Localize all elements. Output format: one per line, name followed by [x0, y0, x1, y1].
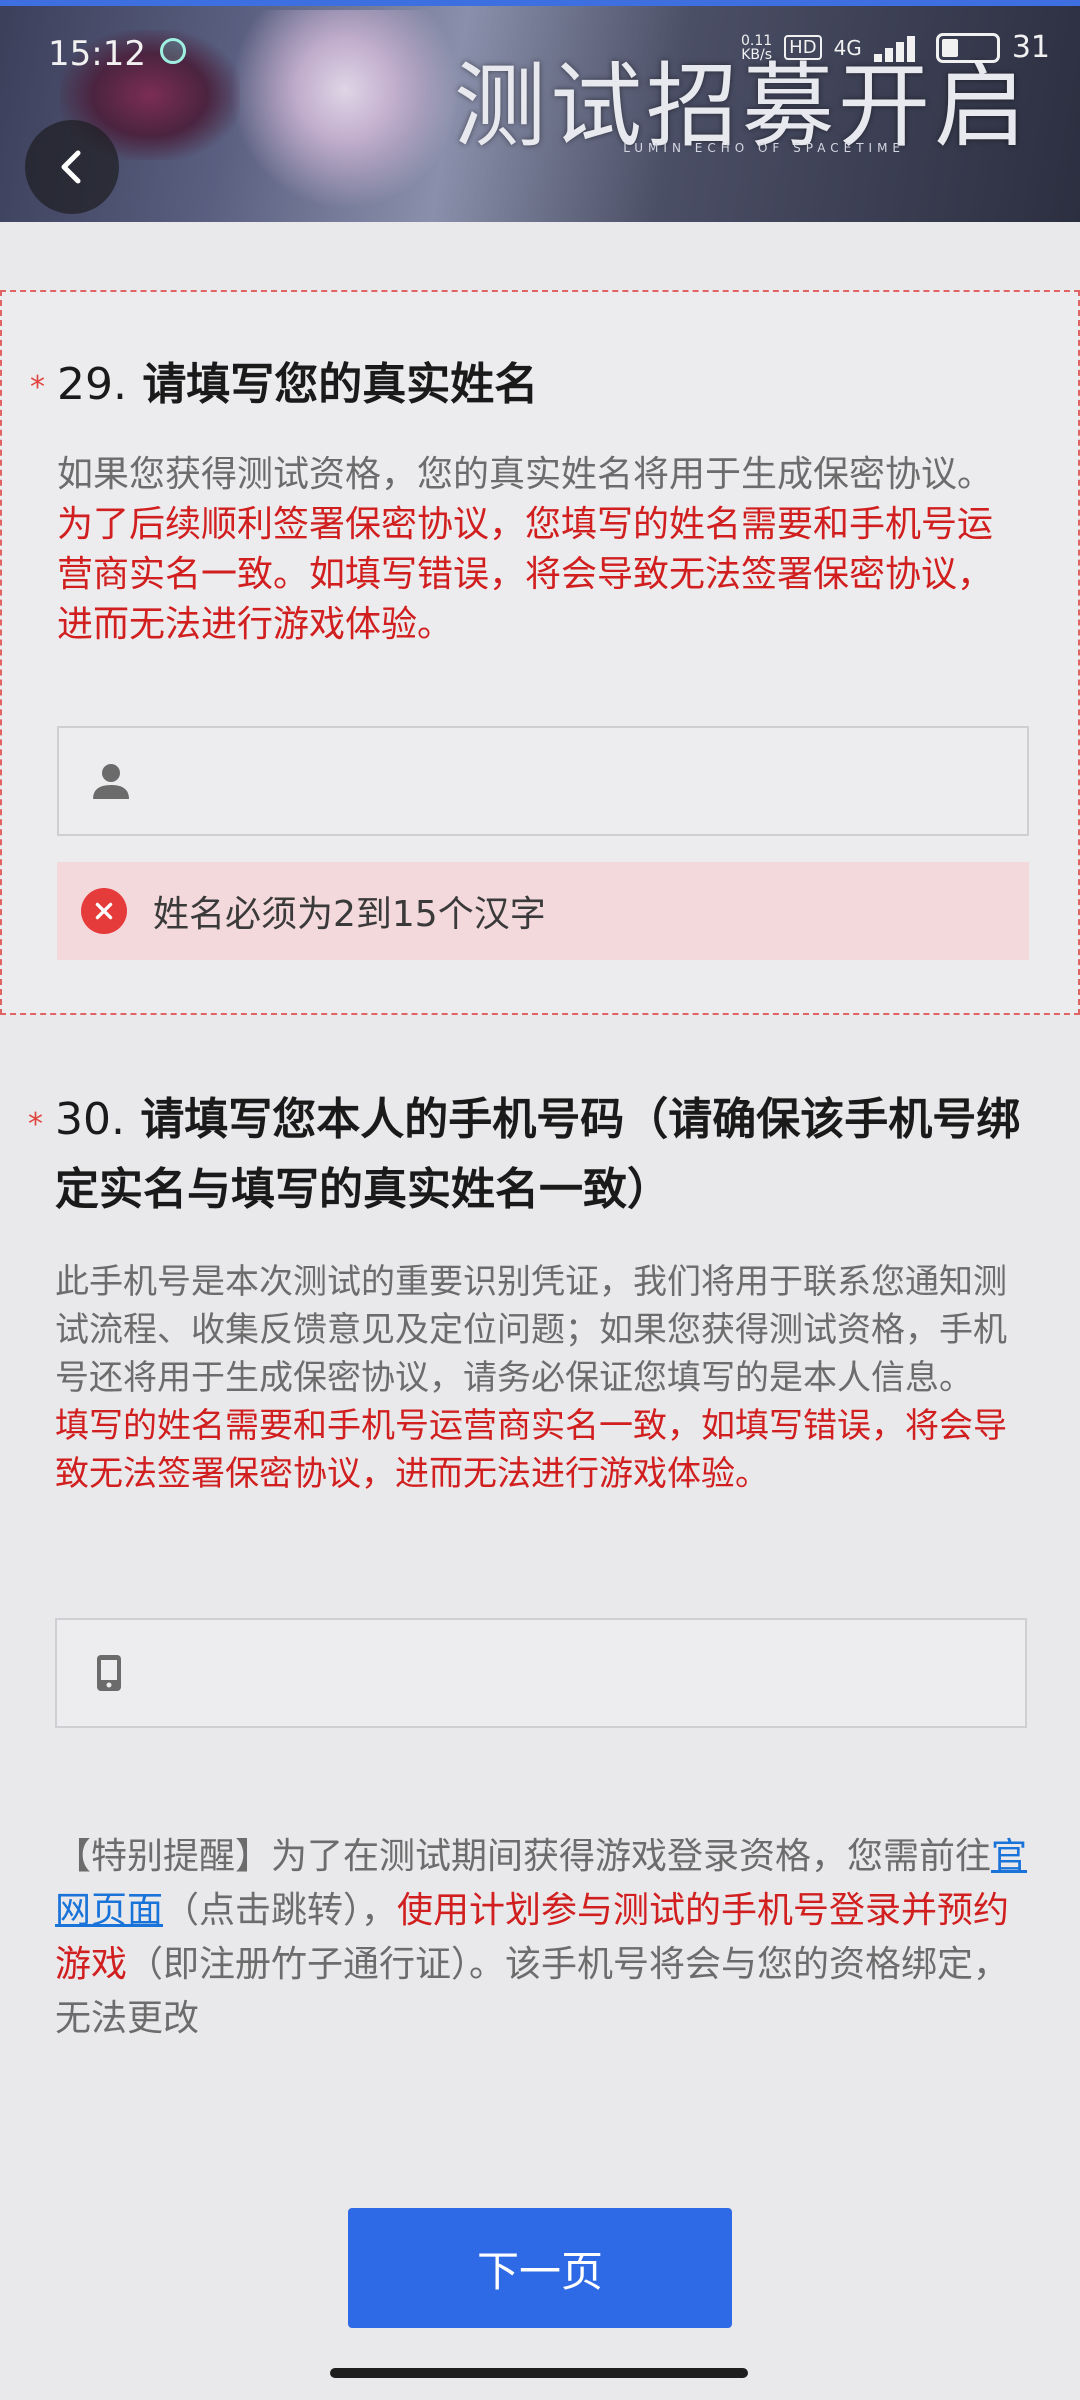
question-number: 30.: [55, 1094, 125, 1145]
error-text: 姓名必须为2到15个汉字: [153, 894, 546, 935]
reminder-prefix: 【特别提醒】为了在测试期间获得游戏登录资格，您需前往: [55, 1836, 992, 1877]
user-icon: [93, 764, 129, 799]
question-title-text: 请填写您本人的手机号码（请确保该手机号绑定实名与填写的真实姓名一致）: [55, 1094, 1021, 1215]
question-30-title: 30. 请填写您本人的手机号码（请确保该手机号绑定实名与填写的真实姓名一致）: [55, 1085, 1030, 1225]
phone-input-box[interactable]: [55, 1618, 1027, 1728]
name-error-message: 姓名必须为2到15个汉字: [57, 862, 1029, 960]
question-29-description: 如果您获得测试资格，您的真实姓名将用于生成保密协议。 为了后续顺利签署保密协议，…: [57, 450, 1017, 650]
question-29-title: 29. 请填写您的真实姓名: [57, 350, 538, 420]
status-notification-icon: [160, 38, 186, 64]
required-mark: *: [30, 370, 45, 405]
back-button[interactable]: [25, 120, 119, 214]
net-speed-unit: KB/s: [741, 46, 772, 63]
home-indicator[interactable]: [330, 2368, 748, 2378]
banner-character-art: [230, 10, 460, 210]
banner-subtitle: LUMIN ECHO OF SPACETIME: [623, 141, 905, 155]
warning-text: 为了后续顺利签署保密协议，您填写的姓名需要和手机号运营商实名一致。如填写错误，将…: [57, 504, 994, 645]
banner-top-line: [0, 0, 1080, 6]
back-arrow-icon: [61, 150, 81, 184]
net-speed-value: 0.11: [741, 32, 773, 49]
error-icon: [81, 888, 127, 934]
required-mark: *: [28, 1107, 43, 1142]
battery-icon: [935, 32, 1000, 63]
battery-level: 31: [1011, 30, 1050, 65]
reminder-jump: （点击跳转），: [163, 1890, 398, 1931]
signal-icon: [873, 34, 924, 62]
hd-icon: HD: [784, 35, 822, 60]
question-title-text: 请填写您的真实姓名: [142, 359, 539, 410]
phone-icon: [97, 1655, 121, 1691]
reminder-suffix: （即注册竹子通行证）。该手机号将会与您的资格绑定，无法更改: [55, 1944, 1010, 2039]
description-text: 如果您获得测试资格，您的真实姓名将用于生成保密协议。: [57, 454, 994, 495]
question-29: * 29. 请填写您的真实姓名 如果您获得测试资格，您的真实姓名将用于生成保密协…: [0, 290, 1080, 1015]
network-type: 4G: [833, 35, 862, 60]
warning-text: 填写的姓名需要和手机号运营商实名一致，如填写错误，将会导致无法签署保密协议，进而…: [55, 1406, 1007, 1494]
question-30-description: 此手机号是本次测试的重要识别凭证，我们将用于联系您通知测试流程、收集反馈意见及定…: [55, 1258, 1015, 1498]
question-30: * 30. 请填写您本人的手机号码（请确保该手机号绑定实名与填写的真实姓名一致）…: [0, 1065, 1080, 1765]
name-input[interactable]: [153, 728, 1027, 834]
phone-input[interactable]: [151, 1620, 1025, 1726]
net-speed: 0.11 KB/s: [741, 34, 772, 62]
special-reminder: 【特别提醒】为了在测试期间获得游戏登录资格，您需前往官网页面（点击跳转），使用计…: [55, 1830, 1030, 2046]
status-time: 15:12: [48, 34, 146, 74]
question-number: 29.: [57, 359, 127, 410]
header-banner: 测试招募开启 LUMIN ECHO OF SPACETIME 15:12 0.1…: [0, 0, 1080, 222]
description-text: 此手机号是本次测试的重要识别凭证，我们将用于联系您通知测试流程、收集反馈意见及定…: [55, 1262, 1007, 1398]
next-page-button[interactable]: 下一页: [348, 2208, 732, 2328]
status-icons: 0.11 KB/s HD 4G 31: [741, 30, 1050, 65]
name-input-box[interactable]: [57, 726, 1029, 836]
